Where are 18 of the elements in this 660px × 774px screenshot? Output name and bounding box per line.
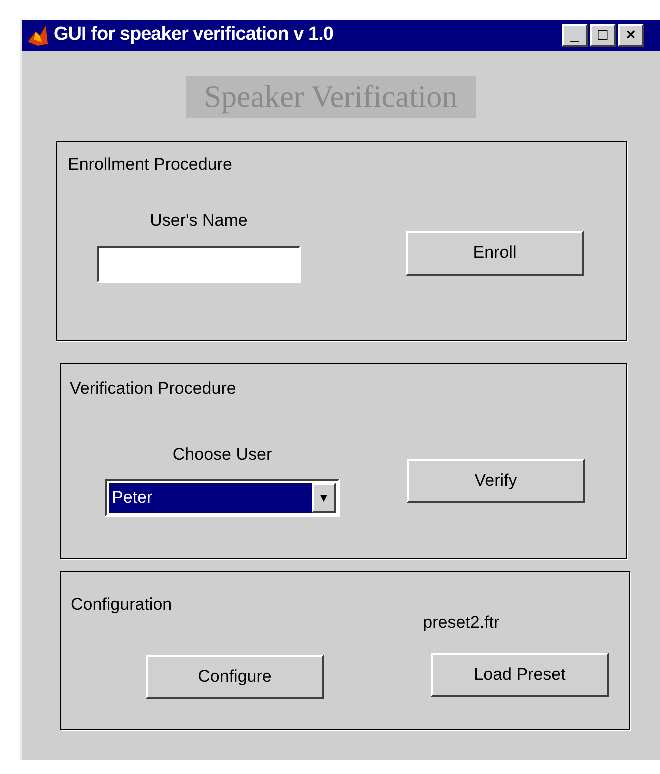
app-logo-icon (26, 24, 50, 48)
name-input-field[interactable] (97, 246, 301, 283)
maximize-button[interactable]: □ (590, 24, 616, 47)
preset-file-label: preset2.ftr (423, 612, 500, 634)
push-button[interactable]: Configure (146, 654, 324, 698)
selected-user: Peter (109, 483, 312, 513)
field-label: User's Name (150, 210, 248, 232)
close-button[interactable]: × (618, 24, 644, 47)
window-title: GUI for speaker verification v 1.0 (54, 23, 334, 48)
panel-title: Configuration (71, 594, 172, 616)
panel-title: Verification Procedure (70, 378, 238, 400)
user-dropdown[interactable]: Peter ▼ (105, 479, 340, 517)
minimize-button[interactable]: _ (562, 24, 588, 47)
push-button[interactable]: Load Preset (431, 652, 609, 696)
push-button[interactable]: Enroll (406, 230, 584, 276)
push-button[interactable]: Verify (407, 458, 585, 502)
field-label: Choose User (172, 444, 272, 466)
panel-title: Enrollment Procedure (68, 154, 234, 176)
